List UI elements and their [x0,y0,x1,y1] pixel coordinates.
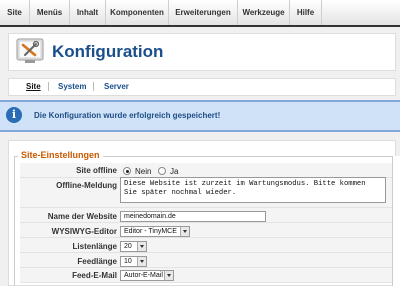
menu-item-content[interactable]: Inhalt [70,0,106,26]
menu-divider [0,25,400,27]
list-length-label: Listenlänge [72,242,117,251]
tab-separator [48,82,49,91]
menu-item-site[interactable]: Site [0,0,30,26]
site-offline-yes-label: Ja [170,167,179,176]
offline-message-line: Diese Website ist zurzeit im Wartungsmod… [124,180,366,188]
wysiwyg-editor-value: Editor - TinyMCE [124,228,177,235]
feed-length-label: Feedlänge [77,257,117,266]
feed-length-select[interactable]: 10 [120,256,147,267]
feed-length-value: 10 [124,258,132,265]
site-offline-label: Site offline [76,166,117,175]
main-menu-bar: Site Menüs Inhalt Komponenten Erweiterun… [0,0,400,27]
system-message-text: Die Konfiguration wurde erfolgreich gesp… [34,111,221,120]
wysiwyg-editor-label: WYSIWYG-Editor [51,227,117,236]
feed-email-select[interactable]: Autor-E-Mail [120,270,174,281]
feed-email-value: Autor-E-Mail [124,272,163,279]
tab-separator [93,82,94,91]
side-column [392,156,400,286]
menu-item-menus[interactable]: Menüs [30,0,70,26]
list-length-select[interactable]: 20 [120,241,147,252]
config-tools-icon [16,38,44,63]
chevron-down-icon [180,227,189,236]
page-title: Konfiguration [52,42,164,61]
chevron-down-icon [137,242,146,251]
offline-message-textarea[interactable]: Diese Website ist zurzeit im Wartungsmod… [120,177,386,203]
tab-system[interactable]: System [58,82,86,91]
site-offline-no-label: Nein [135,167,152,176]
wysiwyg-editor-select[interactable]: Editor - TinyMCE [120,226,190,237]
menu-item-components[interactable]: Komponenten [106,0,169,26]
site-offline-yes-radio[interactable] [158,167,166,175]
chevron-down-icon [137,257,146,266]
tab-server[interactable]: Server [104,82,129,91]
tab-site[interactable]: Site [26,82,41,91]
offline-message-label: Offline-Meldung [56,181,117,190]
feed-email-label: Feed-E-Mail [72,271,117,280]
site-name-input[interactable]: meinedomain.de [120,211,266,222]
menu-item-extensions[interactable]: Erweiterungen [169,0,238,26]
site-settings-legend: Site-Einstellungen [18,150,103,160]
offline-message-line: Sie später nochmal wieder. [124,189,237,197]
site-name-label: Name der Website [47,212,117,221]
info-icon: i [6,107,22,123]
menu-item-help[interactable]: Hilfe [290,0,322,26]
list-length-value: 20 [124,243,132,250]
chevron-down-icon [164,271,173,280]
site-offline-no-radio[interactable] [123,167,131,175]
menu-item-tools[interactable]: Werkzeuge [238,0,290,26]
